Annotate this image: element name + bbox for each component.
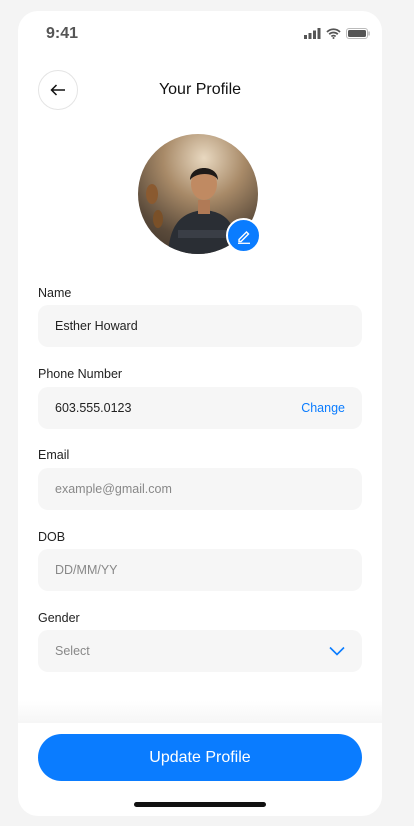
update-profile-button[interactable]: Update Profile [38,734,362,781]
dob-label: DOB [38,530,66,544]
name-label: Name [38,286,72,300]
phone-screen: 9:41 Your Profile Name Esther Howard Pho… [18,11,382,816]
page-title: Your Profile [158,81,242,98]
dob-field[interactable]: DD/MM/YY [38,549,362,591]
gender-label: Gender [38,611,80,625]
phone-value: 603.555.0123 [55,401,132,415]
dob-placeholder: DD/MM/YY [55,563,118,577]
name-field[interactable]: Esther Howard [38,305,362,347]
email-label: Email [38,448,70,462]
change-phone-link[interactable]: Change [301,401,345,415]
gender-selected: Select [55,644,90,658]
phone-field[interactable]: 603.555.0123 Change [38,387,362,429]
status-time: 9:41 [46,25,79,42]
phone-label: Phone Number [38,367,123,381]
bottom-divider [18,701,382,723]
email-field[interactable]: example@gmail.com [38,468,362,510]
chevron-down-icon [329,646,345,656]
name-value: Esther Howard [55,319,138,333]
email-placeholder: example@gmail.com [55,482,172,496]
wifi-icon [326,28,341,39]
gender-select[interactable]: Select [38,630,362,672]
signal-icon [304,28,321,39]
battery-icon [346,28,370,39]
home-indicator [134,802,266,807]
edit-photo-button[interactable] [226,218,261,253]
status-icons [304,28,370,39]
pencil-icon [237,230,250,244]
